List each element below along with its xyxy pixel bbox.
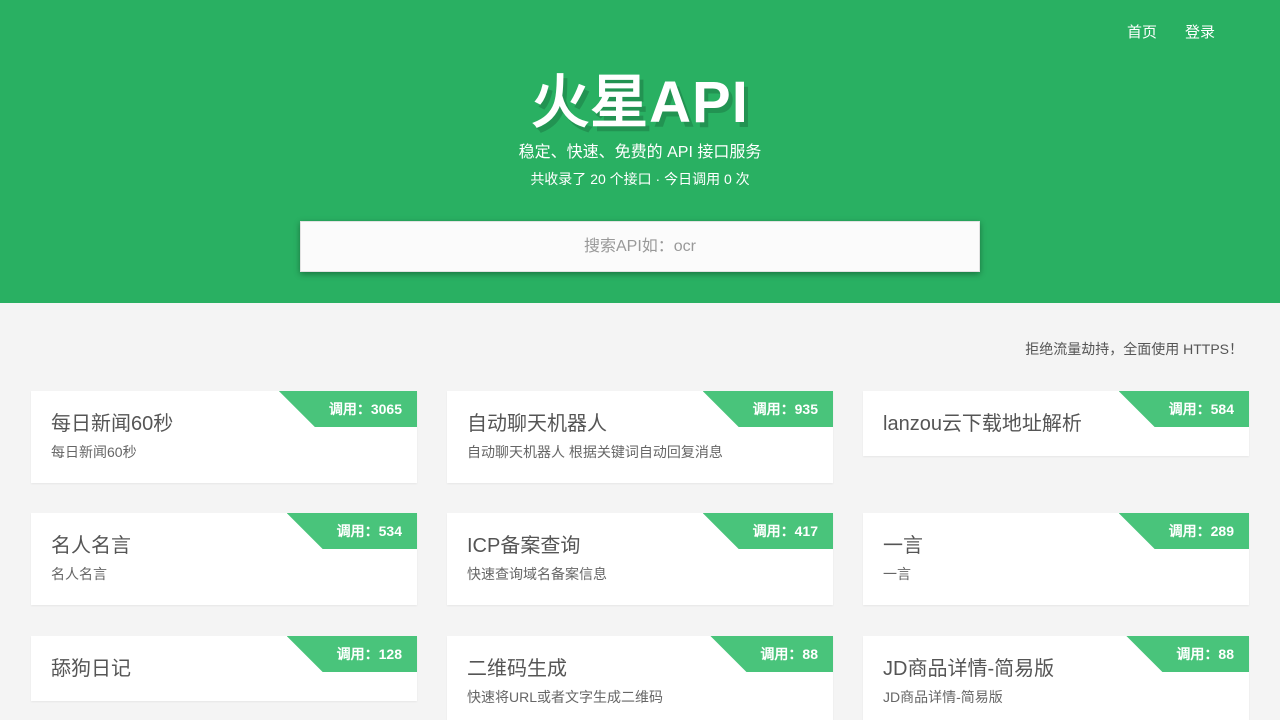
call-count-badge: 调用：88: [1126, 636, 1249, 672]
api-card-desc: JD商品详情-简易版: [883, 689, 1003, 705]
call-count-badge: 调用：88: [710, 636, 833, 672]
api-card-title: ICP备案查询: [467, 535, 581, 557]
api-card[interactable]: 二维码生成 快速将URL或者文字生成二维码 调用：88: [447, 636, 833, 720]
api-card[interactable]: 自动聊天机器人 自动聊天机器人 根据关键词自动回复消息 调用：935: [447, 391, 833, 483]
call-count-badge: 调用：417: [702, 513, 833, 549]
api-card-title: 二维码生成: [467, 658, 567, 680]
call-count-badge: 调用：128: [286, 636, 417, 672]
site-stats: 共收录了 20 个接口 · 今日调用 0 次: [530, 171, 750, 187]
call-count-badge: 调用：289: [1118, 513, 1249, 549]
api-card-title: JD商品详情-简易版: [883, 658, 1055, 680]
api-card-title: 名人名言: [51, 535, 131, 557]
hero-header: 首页 登录 火星API 稳定、快速、免费的 API 接口服务 共收录了 20 个…: [0, 0, 1280, 303]
call-count-badge: 调用：534: [286, 513, 417, 549]
https-notice: 拒绝流量劫持，全面使用 HTTPS！: [1025, 341, 1243, 357]
nav-login-link[interactable]: 登录: [1185, 24, 1215, 42]
api-card-title: 舔狗日记: [51, 658, 131, 680]
api-card-title: 自动聊天机器人: [467, 413, 607, 435]
api-card[interactable]: 舔狗日记 调用：128: [31, 636, 417, 701]
nav-home-link[interactable]: 首页: [1127, 24, 1157, 42]
api-card-desc: 一言: [883, 566, 911, 582]
api-card-title: lanzou云下载地址解析: [883, 413, 1082, 435]
api-card-desc: 快速查询域名备案信息: [467, 566, 607, 582]
api-card-title: 一言: [883, 535, 923, 557]
api-card[interactable]: 每日新闻60秒 每日新闻60秒 调用：3065: [31, 391, 417, 483]
api-card-desc: 快速将URL或者文字生成二维码: [467, 689, 664, 705]
site-logo[interactable]: 火星API: [0, 66, 1280, 140]
api-card-desc: 自动聊天机器人 根据关键词自动回复消息: [467, 444, 723, 460]
search-input[interactable]: [300, 221, 980, 272]
site-tagline: 稳定、快速、免费的 API 接口服务: [518, 144, 762, 161]
api-card[interactable]: JD商品详情-简易版 JD商品详情-简易版 调用：88: [863, 636, 1249, 720]
api-card-desc: 名人名言: [51, 566, 107, 582]
api-card-desc: 每日新闻60秒: [51, 444, 137, 460]
top-nav: 首页 登录: [1127, 24, 1215, 42]
api-card[interactable]: 名人名言 名人名言 调用：534: [31, 513, 417, 605]
api-card[interactable]: 一言 一言 调用：289: [863, 513, 1249, 605]
call-count-badge: 调用：584: [1118, 391, 1249, 427]
api-card[interactable]: lanzou云下载地址解析 调用：584: [863, 391, 1249, 456]
api-card-title: 每日新闻60秒: [51, 413, 174, 435]
api-card[interactable]: ICP备案查询 快速查询域名备案信息 调用：417: [447, 513, 833, 605]
call-count-badge: 调用：3065: [278, 391, 417, 427]
call-count-badge: 调用：935: [702, 391, 833, 427]
